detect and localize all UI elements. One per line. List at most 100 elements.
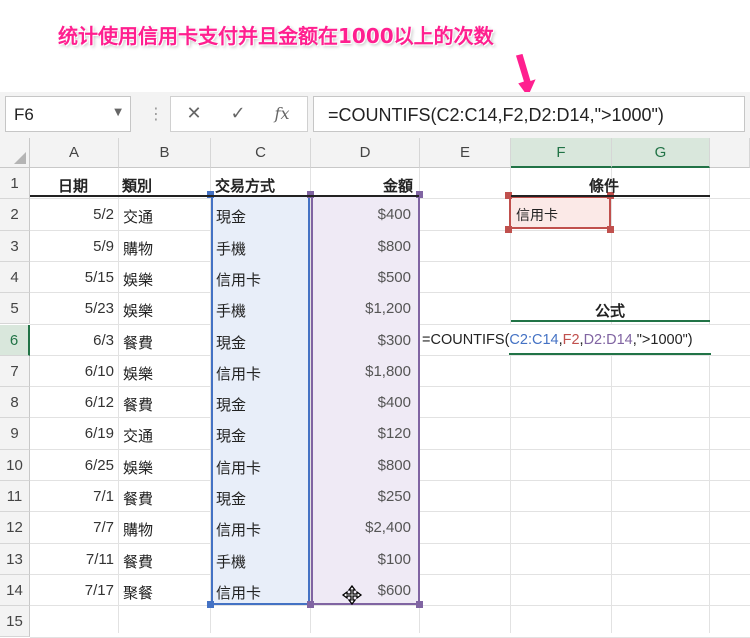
cell-category[interactable]: 餐費 (123, 488, 153, 509)
row-header-9[interactable]: 9 (0, 418, 30, 450)
cell-payment[interactable]: 現金 (216, 394, 246, 415)
grid-line (709, 168, 710, 633)
row-header-14[interactable]: 14 (0, 574, 30, 607)
formula-input[interactable]: =COUNTIFS(C2:C14,F2,D2:D14,">1000") (313, 96, 745, 132)
cell-amount[interactable]: $100 (311, 551, 411, 568)
row-header-12[interactable]: 12 (0, 512, 30, 544)
cell-amount[interactable]: $800 (311, 238, 411, 255)
row-header-1[interactable]: 1 (0, 168, 30, 200)
row-header-13[interactable]: 13 (0, 543, 30, 575)
row-header-7[interactable]: 7 (0, 355, 30, 388)
row-header-3[interactable]: 3 (0, 230, 30, 262)
formula-controls: ✕ ✓ fx (170, 96, 308, 132)
spreadsheet-grid[interactable]: A B C D E F G 日期 類別 交易方式 金額 條件 信用卡 公式 =C… (0, 138, 750, 638)
column-header-h[interactable] (710, 138, 750, 168)
grid-line (30, 636, 750, 638)
formula-part-func: =COUNTIFS( (422, 332, 510, 348)
range-handle-icon[interactable] (505, 226, 512, 233)
enter-icon[interactable]: ✓ (223, 101, 253, 127)
formula-part-condition: ,">1000") (632, 332, 693, 348)
row-header-5[interactable]: 5 (0, 293, 30, 325)
cell-amount[interactable]: $120 (311, 425, 411, 442)
cell-amount[interactable]: $300 (311, 332, 411, 349)
cell-date[interactable]: 5/9 (30, 238, 114, 255)
active-cell-border (509, 353, 711, 355)
cell-date[interactable]: 5/2 (30, 206, 114, 223)
cancel-icon[interactable]: ✕ (179, 101, 209, 127)
cell-amount[interactable]: $1,800 (311, 363, 411, 380)
cell-amount[interactable]: $800 (311, 457, 411, 474)
cell-date[interactable]: 7/17 (30, 582, 114, 599)
cell-amount[interactable]: $1,200 (311, 300, 411, 317)
cell-payment[interactable]: 手機 (216, 551, 246, 572)
column-header-d[interactable]: D (311, 138, 420, 168)
cell-date[interactable]: 6/12 (30, 394, 114, 411)
range-handle-icon[interactable] (307, 601, 314, 608)
insert-function-icon[interactable]: fx (267, 101, 297, 127)
cell-category[interactable]: 娛樂 (123, 457, 153, 478)
cell-date[interactable]: 6/25 (30, 457, 114, 474)
cell-date[interactable]: 7/1 (30, 488, 114, 505)
cell-date[interactable]: 5/23 (30, 300, 114, 317)
name-box[interactable]: F6 ▼ (5, 96, 131, 132)
criteria-value[interactable]: 信用卡 (516, 205, 558, 225)
row-header-8[interactable]: 8 (0, 387, 30, 419)
cell-date[interactable]: 6/3 (30, 332, 114, 349)
cell-category[interactable]: 交通 (123, 425, 153, 446)
row-header-2[interactable]: 2 (0, 199, 30, 231)
range-handle-icon[interactable] (207, 601, 214, 608)
column-header-c[interactable]: C (211, 138, 311, 168)
row-header-4[interactable]: 4 (0, 261, 30, 294)
column-header-a[interactable]: A (30, 138, 119, 168)
cell-payment[interactable]: 手機 (216, 238, 246, 259)
cell-payment[interactable]: 信用卡 (216, 519, 261, 540)
cell-category[interactable]: 娛樂 (123, 363, 153, 384)
cell-category[interactable]: 餐費 (123, 551, 153, 572)
cell-category[interactable]: 購物 (123, 238, 153, 259)
cell-category[interactable]: 餐費 (123, 394, 153, 415)
cell-amount[interactable]: $2,400 (311, 519, 411, 536)
cell-payment[interactable]: 信用卡 (216, 363, 261, 384)
column-header-b[interactable]: B (119, 138, 211, 168)
chevron-down-icon[interactable]: ▼ (114, 107, 122, 118)
cell-payment[interactable]: 現金 (216, 488, 246, 509)
cell-payment[interactable]: 現金 (216, 332, 246, 353)
cell-date[interactable]: 5/15 (30, 269, 114, 286)
cell-amount[interactable]: $500 (311, 269, 411, 286)
range-handle-icon[interactable] (607, 226, 614, 233)
formula-bar-divider-icon: ⋮ (148, 104, 164, 123)
select-all-icon (14, 152, 26, 164)
cell-category[interactable]: 娛樂 (123, 269, 153, 290)
cell-date[interactable]: 6/19 (30, 425, 114, 442)
column-header-e[interactable]: E (420, 138, 511, 168)
cell-category[interactable]: 餐費 (123, 332, 153, 353)
cell-amount[interactable]: $250 (311, 488, 411, 505)
cell-payment[interactable]: 信用卡 (216, 269, 261, 290)
cell-formula-editing[interactable]: =COUNTIFS(C2:C14,F2,D2:D14,">1000") (422, 332, 693, 348)
formula-input-text: =COUNTIFS(C2:C14,F2,D2:D14,">1000") (328, 105, 664, 125)
range-handle-icon[interactable] (416, 601, 423, 608)
grid-line (510, 168, 511, 633)
cell-category[interactable]: 購物 (123, 519, 153, 540)
row-header-11[interactable]: 11 (0, 481, 30, 513)
formula-part-range-c: C2:C14 (509, 332, 559, 348)
column-header-g[interactable]: G (612, 138, 710, 168)
cell-payment[interactable]: 信用卡 (216, 457, 261, 478)
cell-date[interactable]: 7/7 (30, 519, 114, 536)
cell-category[interactable]: 聚餐 (123, 582, 153, 603)
cell-amount[interactable]: $400 (311, 394, 411, 411)
cell-payment[interactable]: 手機 (216, 300, 246, 321)
cell-category[interactable]: 娛樂 (123, 300, 153, 321)
cell-amount[interactable]: $400 (311, 206, 411, 223)
cell-date[interactable]: 7/11 (30, 551, 114, 568)
row-header-10[interactable]: 10 (0, 449, 30, 481)
cell-payment[interactable]: 現金 (216, 425, 246, 446)
cell-payment[interactable]: 現金 (216, 206, 246, 227)
select-all-button[interactable] (0, 138, 30, 168)
cell-payment[interactable]: 信用卡 (216, 582, 261, 603)
column-header-f[interactable]: F (511, 138, 612, 168)
cell-date[interactable]: 6/10 (30, 363, 114, 380)
criteria-underline (511, 195, 710, 197)
row-header-6[interactable]: 6 (0, 324, 30, 356)
cell-category[interactable]: 交通 (123, 206, 153, 227)
